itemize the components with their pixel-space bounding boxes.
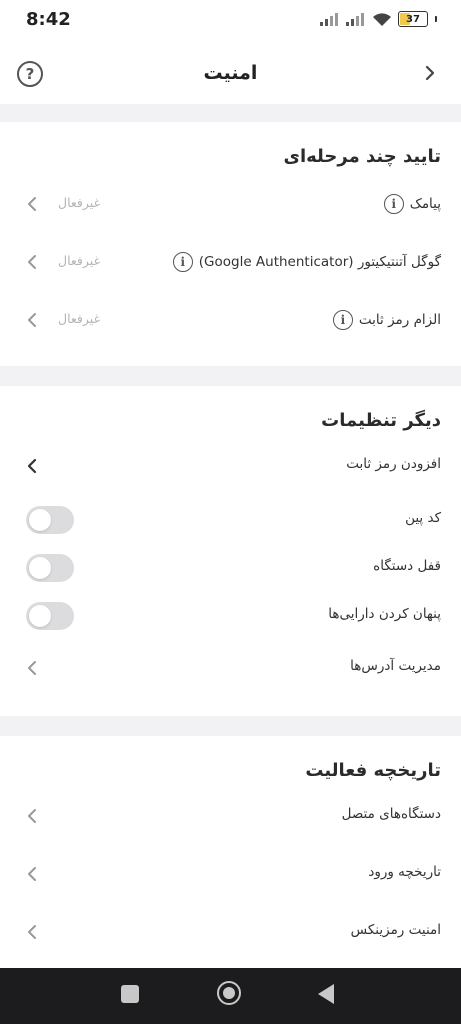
- toggle-knob: [29, 605, 51, 627]
- row-label: افزودن رمز ثابت: [346, 456, 441, 472]
- device-lock-toggle[interactable]: [26, 554, 74, 582]
- activity-item-ramzinex-security[interactable]: امنیت رمزینکس: [0, 912, 461, 952]
- label-text: گوگل آتنتیکیتور (Google Authenticator): [198, 254, 441, 270]
- activity-section: تاریخچه فعالیت دستگاه‌های متصل تاریخچه و…: [0, 736, 461, 968]
- label-text: پیامک: [409, 196, 441, 212]
- two-factor-section: تایید چند مرحله‌ای پیامک i غیرفعال گوگل …: [0, 122, 461, 366]
- status-icons: 37: [320, 11, 437, 27]
- info-icon[interactable]: i: [172, 252, 193, 272]
- chevron-left-icon: [28, 255, 36, 269]
- system-back-icon[interactable]: [318, 984, 334, 1004]
- pin-code-toggle[interactable]: [26, 506, 74, 534]
- battery-level: 37: [406, 13, 420, 25]
- chevron-left-icon: [28, 867, 36, 881]
- toggle-knob: [29, 509, 51, 531]
- chevron-left-icon: [28, 197, 36, 211]
- status-value: غیرفعال: [58, 253, 101, 268]
- settings-item-add-fixed-password[interactable]: افزودن رمز ثابت: [0, 446, 461, 486]
- settings-item-pin-code: کد پین: [0, 500, 461, 540]
- battery-icon: 37: [398, 11, 428, 27]
- section-title-two-factor: تایید چند مرحله‌ای: [283, 146, 441, 167]
- row-label: دستگاه‌های متصل: [341, 806, 441, 822]
- signal-icon: [320, 13, 338, 26]
- row-label: الزام رمز ثابت i: [332, 310, 441, 330]
- activity-item-connected-devices[interactable]: دستگاه‌های متصل: [0, 796, 461, 836]
- chevron-left-icon: [28, 925, 36, 939]
- activity-item-login-history[interactable]: تاریخچه ورود: [0, 854, 461, 894]
- row-label: تاریخچه ورود: [368, 864, 441, 880]
- back-arrow-icon[interactable]: [421, 64, 439, 82]
- chevron-left-icon: [28, 313, 36, 327]
- chevron-left-icon: [27, 458, 37, 474]
- section-title-other-settings: دیگر تنظیمات: [321, 410, 441, 431]
- two-factor-item-fixed-password[interactable]: الزام رمز ثابت i غیرفعال: [0, 300, 461, 340]
- hide-assets-toggle[interactable]: [26, 602, 74, 630]
- section-title-activity: تاریخچه فعالیت: [305, 760, 441, 781]
- header: ? امنیت: [0, 40, 461, 104]
- row-label: گوگل آتنتیکیتور (Google Authenticator) i: [172, 252, 441, 272]
- status-time: 8:42: [26, 9, 71, 30]
- toggle-knob: [29, 557, 51, 579]
- status-value: غیرفعال: [58, 311, 101, 326]
- home-dot: [223, 987, 235, 999]
- status-value: غیرفعال: [58, 195, 101, 210]
- row-label: مدیریت آدرس‌ها: [350, 658, 441, 674]
- page-title: امنیت: [203, 62, 258, 84]
- battery-tip: [435, 16, 437, 22]
- recents-icon[interactable]: [121, 985, 139, 1003]
- signal-icon-2: [346, 13, 364, 26]
- row-label: پنهان کردن دارایی‌ها: [328, 606, 441, 622]
- row-label: امنیت رمزینکس: [350, 922, 441, 938]
- other-settings-section: دیگر تنظیمات افزودن رمز ثابت کد پین قفل …: [0, 386, 461, 716]
- two-factor-item-google-auth[interactable]: گوگل آتنتیکیتور (Google Authenticator) i…: [0, 242, 461, 282]
- status-bar: 8:42 37: [0, 0, 461, 40]
- info-icon[interactable]: i: [332, 310, 353, 330]
- row-label: کد پین: [405, 510, 441, 526]
- settings-item-hide-assets: پنهان کردن دارایی‌ها: [0, 596, 461, 636]
- info-icon[interactable]: i: [383, 194, 404, 214]
- settings-item-device-lock: قفل دستگاه: [0, 548, 461, 588]
- wifi-icon: [373, 12, 391, 26]
- chevron-left-icon: [28, 661, 36, 675]
- home-icon[interactable]: [217, 981, 241, 1005]
- two-factor-item-sms[interactable]: پیامک i غیرفعال: [0, 184, 461, 224]
- chevron-left-icon: [28, 809, 36, 823]
- row-label: قفل دستگاه: [373, 558, 441, 574]
- label-text: الزام رمز ثابت: [358, 312, 441, 328]
- row-label: پیامک i: [383, 194, 441, 214]
- settings-item-address-management[interactable]: مدیریت آدرس‌ها: [0, 648, 461, 688]
- system-nav-bar: [0, 968, 461, 1024]
